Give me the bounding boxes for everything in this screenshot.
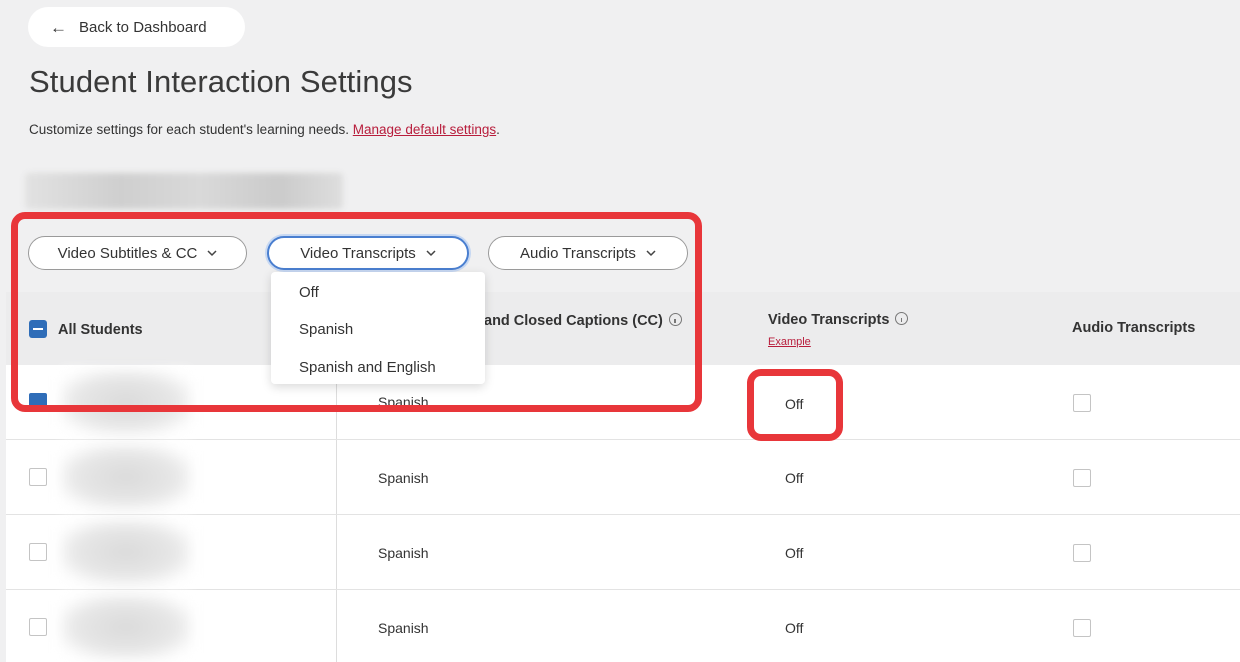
filter-label: Video Subtitles & CC xyxy=(57,244,198,262)
redacted-student-name xyxy=(61,595,191,659)
dropdown-option-off[interactable]: Off xyxy=(299,284,319,301)
page-subtitle: Customize settings for each student's le… xyxy=(29,122,500,137)
filter-audio-transcripts[interactable]: Audio Transcripts xyxy=(488,236,688,270)
filter-video-transcripts[interactable]: Video Transcripts xyxy=(267,236,469,270)
audio-transcripts-checkbox[interactable] xyxy=(1073,544,1091,562)
audio-transcripts-checkbox[interactable] xyxy=(1073,394,1091,412)
redacted-student-name xyxy=(61,520,191,584)
info-icon[interactable] xyxy=(895,311,909,325)
cell-video-transcripts[interactable]: Off xyxy=(785,545,803,561)
back-button-label: Back to Dashboard xyxy=(79,18,207,36)
cell-video-transcripts[interactable]: Off xyxy=(785,620,803,636)
cell-subtitles[interactable]: Spanish xyxy=(378,470,429,486)
chevron-down-icon xyxy=(426,250,436,257)
row-checkbox[interactable] xyxy=(29,468,47,486)
subtitle-text: Customize settings for each student's le… xyxy=(29,122,350,137)
header-audio-transcripts: Audio Transcripts xyxy=(1072,320,1196,336)
cell-video-transcripts[interactable]: Off xyxy=(785,396,803,412)
header-video-transcripts-label: Video Transcripts xyxy=(768,312,890,328)
header-all-students: All Students xyxy=(58,322,143,338)
redacted-student-selector xyxy=(25,173,343,209)
dropdown-option-spanish-english[interactable]: Spanish and English xyxy=(299,359,436,376)
arrow-left-icon: ← xyxy=(50,17,67,37)
redacted-student-name xyxy=(61,370,191,434)
row-checkbox[interactable] xyxy=(29,543,47,561)
filter-label: Video Transcripts xyxy=(300,244,416,262)
dropdown-option-spanish[interactable]: Spanish xyxy=(299,321,353,338)
info-icon[interactable] xyxy=(668,312,682,326)
table-header: All Students and Closed Captions (CC) Vi… xyxy=(6,292,1240,365)
cell-subtitles[interactable]: Spanish xyxy=(378,394,429,410)
back-to-dashboard-button[interactable]: ← Back to Dashboard xyxy=(28,7,245,47)
filter-label: Audio Transcripts xyxy=(520,244,636,262)
header-video-transcripts: Video Transcripts xyxy=(768,311,909,328)
cell-subtitles[interactable]: Spanish xyxy=(378,620,429,636)
audio-transcripts-checkbox[interactable] xyxy=(1073,469,1091,487)
cell-video-transcripts[interactable]: Off xyxy=(785,470,803,486)
video-transcripts-dropdown-menu: Off Spanish Spanish and English xyxy=(271,272,485,384)
filter-video-subtitles[interactable]: Video Subtitles & CC xyxy=(28,236,247,270)
row-checkbox[interactable] xyxy=(29,618,47,636)
cell-subtitles[interactable]: Spanish xyxy=(378,545,429,561)
students-table: All Students and Closed Captions (CC) Vi… xyxy=(6,292,1240,662)
manage-default-settings-link[interactable]: Manage default settings xyxy=(353,122,496,137)
table-row: Spanish Off xyxy=(6,515,1240,590)
example-link[interactable]: Example xyxy=(768,336,811,348)
chevron-down-icon xyxy=(646,250,656,257)
row-checkbox[interactable] xyxy=(29,393,47,411)
page-title: Student Interaction Settings xyxy=(29,64,413,99)
header-subtitles-cc: and Closed Captions (CC) xyxy=(484,312,682,329)
redacted-student-name xyxy=(61,445,191,509)
header-subtitles-label: and Closed Captions (CC) xyxy=(484,313,663,329)
select-all-checkbox[interactable] xyxy=(29,320,47,338)
table-row: Spanish Off xyxy=(6,365,1240,440)
table-row: Spanish Off xyxy=(6,440,1240,515)
chevron-down-icon xyxy=(207,250,217,257)
table-row: Spanish Off xyxy=(6,590,1240,662)
audio-transcripts-checkbox[interactable] xyxy=(1073,619,1091,637)
